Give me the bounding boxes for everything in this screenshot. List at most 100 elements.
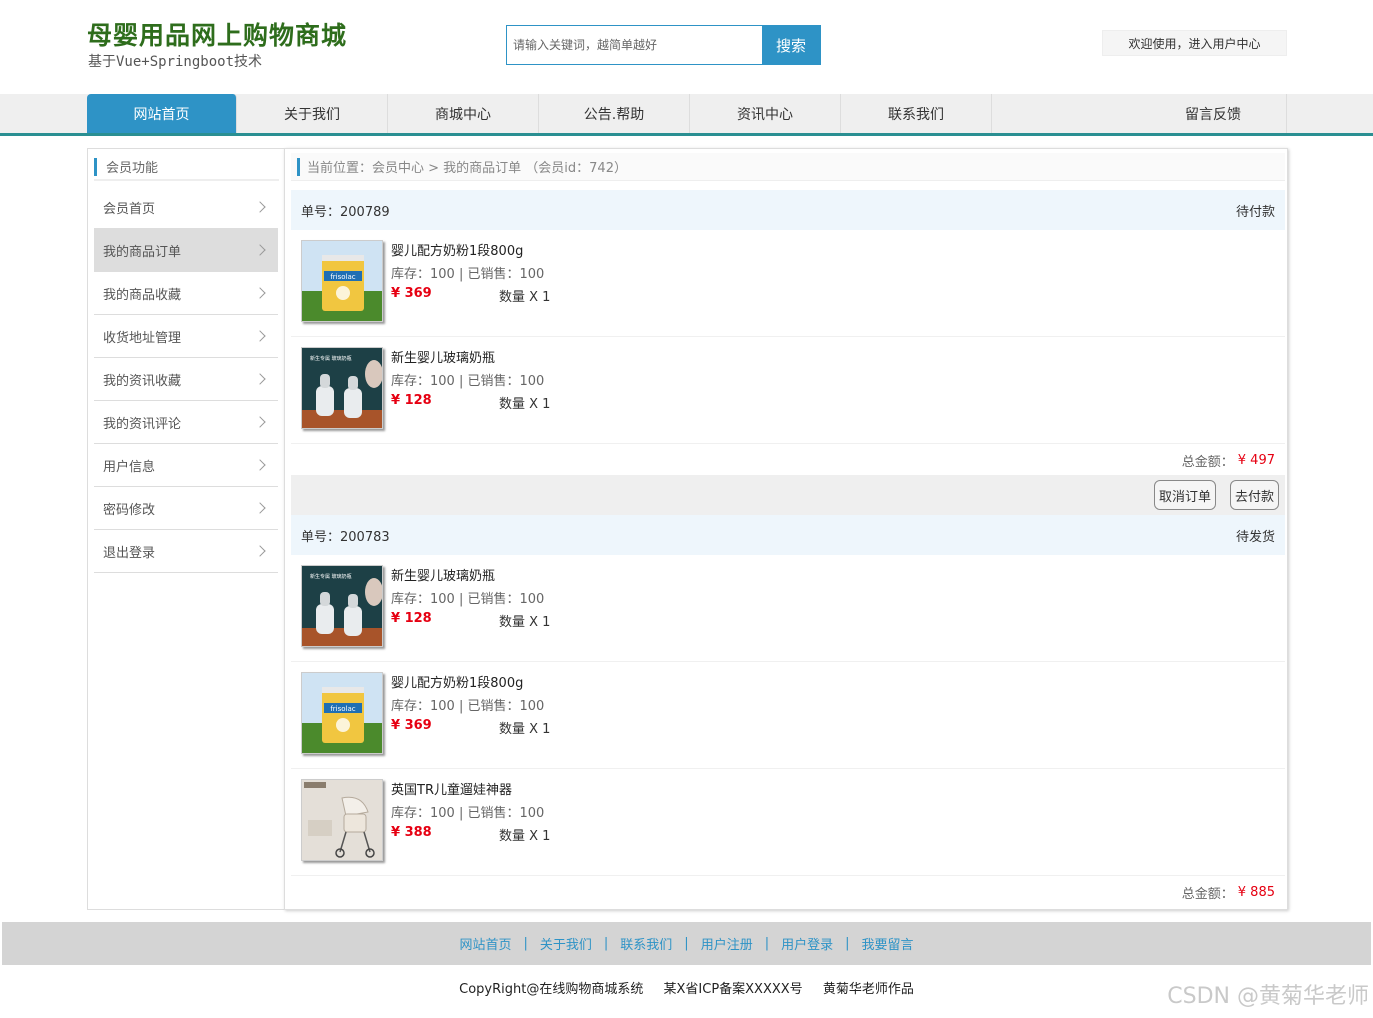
formula-can-image[interactable]: frisolac	[301, 240, 383, 322]
footer-link-about[interactable]: 关于我们	[540, 934, 592, 953]
sidebar-item-label: 会员首页	[103, 201, 156, 217]
svg-text:frisolac: frisolac	[330, 705, 355, 713]
cancel-order-button[interactable]: 取消订单	[1153, 480, 1216, 510]
product-name[interactable]: 新生婴儿玻璃奶瓶	[391, 565, 495, 584]
sidebar-item-label: 我的资讯评论	[103, 416, 182, 432]
product-stock: 库存：100 | 已销售：100	[391, 699, 545, 714]
product-quantity: 数量 X 1	[499, 722, 551, 737]
product-stock: 库存：100 | 已销售：100	[391, 374, 545, 389]
sidebar-item-label: 我的商品订单	[103, 244, 182, 260]
product-price: ¥ 128	[391, 393, 432, 408]
chevron-right-icon	[254, 416, 266, 428]
baby-bottle-image[interactable]: 新生专属 玻璃奶瓶	[301, 347, 383, 429]
nav-item-contact[interactable]: 联系我们	[841, 94, 992, 133]
product-price: ¥ 369	[391, 718, 432, 733]
footer-link-contact[interactable]: 联系我们	[620, 934, 672, 953]
orders-panel: 当前位置：会员中心 > 我的商品订单 （会员id：742） 单号：200789 …	[284, 148, 1288, 910]
order-number: 单号：200789	[301, 204, 390, 220]
sidebar-item-label: 我的资讯收藏	[103, 373, 182, 389]
formula-can-image[interactable]: frisolac	[301, 672, 383, 754]
footer-link-message[interactable]: 我要留言	[862, 934, 914, 953]
footer-separator: |	[523, 936, 528, 951]
order-product: 新生专属 玻璃奶瓶 新生婴儿玻璃奶瓶 库存：100 | 已销售：100 ¥ 12…	[291, 555, 1285, 662]
order-number: 单号：200783	[301, 529, 390, 545]
footer-link-login[interactable]: 用户登录	[781, 934, 833, 953]
main-nav: 网站首页 关于我们 商城中心 公告.帮助 资讯中心 联系我们 留言反馈	[0, 94, 1373, 136]
footer-links: 网站首页 | 关于我们 | 联系我们 | 用户注册 | 用户登录 | 我要留言	[2, 922, 1371, 965]
order-product: 新生专属 玻璃奶瓶 新生婴儿玻璃奶瓶 库存：100 | 已销售：100 ¥ 12…	[291, 337, 1285, 444]
stroller-image[interactable]	[301, 779, 383, 861]
sidebar-title: 会员功能	[94, 153, 279, 181]
user-center-link[interactable]: 欢迎使用，进入用户中心	[1102, 30, 1287, 56]
baby-bottle-image[interactable]: 新生专属 玻璃奶瓶	[301, 565, 383, 647]
sidebar-item-my-favorites[interactable]: 我的商品收藏	[94, 272, 278, 315]
product-quantity: 数量 X 1	[499, 290, 551, 305]
nav-item-news[interactable]: 资讯中心	[690, 94, 841, 133]
site-title[interactable]: 母婴用品网上购物商城	[87, 16, 347, 52]
copyright-text: CopyRight@在线购物商城系统	[459, 982, 644, 997]
sidebar-item-member-home[interactable]: 会员首页	[94, 186, 278, 229]
product-quantity: 数量 X 1	[499, 397, 551, 412]
svg-text:frisolac: frisolac	[330, 273, 355, 281]
product-quantity: 数量 X 1	[499, 615, 551, 630]
total-amount: ¥ 885	[1237, 884, 1275, 900]
order-header: 单号：200789 待付款	[291, 190, 1285, 230]
footer-link-home[interactable]: 网站首页	[459, 934, 511, 953]
product-price: ¥ 128	[391, 611, 432, 626]
svg-text:新生专属 玻璃奶瓶: 新生专属 玻璃奶瓶	[310, 355, 352, 362]
icp-text: 某X省ICP备案XXXXX号	[663, 982, 803, 997]
product-quantity: 数量 X 1	[499, 829, 551, 844]
sidebar-item-news-comments[interactable]: 我的资讯评论	[94, 401, 278, 444]
search-box: 搜索	[506, 25, 821, 65]
sidebar-item-label: 收货地址管理	[103, 330, 182, 346]
pay-button[interactable]: 去付款	[1229, 480, 1279, 510]
sidebar-item-label: 密码修改	[103, 502, 156, 518]
sidebar-item-user-info[interactable]: 用户信息	[94, 444, 278, 487]
footer-separator: |	[684, 936, 689, 951]
order-actions: 取消订单 去付款	[291, 475, 1285, 515]
sidebar-item-password[interactable]: 密码修改	[94, 487, 278, 530]
product-name[interactable]: 英国TR儿童遛娃神器	[391, 779, 512, 798]
footer-separator: |	[603, 936, 609, 951]
sidebar-item-label: 退出登录	[103, 545, 156, 561]
product-stock: 库存：100 | 已销售：100	[391, 592, 545, 607]
breadcrumb: 当前位置：会员中心 > 我的商品订单 （会员id：742）	[291, 153, 1285, 181]
order-status: 待付款	[1235, 204, 1275, 220]
product-name[interactable]: 婴儿配方奶粉1段800g	[391, 240, 523, 259]
sidebar-item-logout[interactable]: 退出登录	[94, 530, 278, 573]
order-product: frisolac 婴儿配方奶粉1段800g 库存：100 | 已销售：100 ¥…	[291, 230, 1285, 337]
total-label: 总金额：	[1181, 886, 1234, 902]
chevron-right-icon	[254, 502, 266, 514]
product-name[interactable]: 新生婴儿玻璃奶瓶	[391, 347, 495, 366]
order-total: 总金额： ¥ 885	[291, 879, 1285, 905]
total-amount: ¥ 497	[1237, 452, 1275, 468]
sidebar-item-address[interactable]: 收货地址管理	[94, 315, 278, 358]
sidebar-item-my-orders[interactable]: 我的商品订单	[94, 229, 278, 272]
product-name[interactable]: 婴儿配方奶粉1段800g	[391, 672, 523, 691]
total-label: 总金额：	[1181, 454, 1234, 470]
member-sidebar: 会员功能 会员首页 我的商品订单 我的商品收藏 收货地址管理 我的资讯收藏 我的…	[87, 148, 284, 910]
order-product: frisolac 婴儿配方奶粉1段800g 库存：100 | 已销售：100 ¥…	[291, 662, 1285, 769]
nav-item-notice[interactable]: 公告.帮助	[539, 94, 690, 133]
sidebar-item-label: 用户信息	[103, 459, 156, 475]
watermark: CSDN @黄菊华老师	[1167, 984, 1369, 1009]
chevron-right-icon	[254, 545, 266, 557]
sidebar-item-news-favorites[interactable]: 我的资讯收藏	[94, 358, 278, 401]
chevron-right-icon	[254, 459, 266, 471]
chevron-right-icon	[254, 373, 266, 385]
nav-item-mall[interactable]: 商城中心	[388, 94, 539, 133]
order-status: 待发货	[1235, 529, 1275, 545]
chevron-right-icon	[254, 201, 266, 213]
nav-item-feedback[interactable]: 留言反馈	[992, 94, 1287, 133]
footer-separator: |	[764, 936, 770, 951]
product-price: ¥ 369	[391, 286, 432, 301]
order-header: 单号：200783 待发货	[291, 515, 1285, 555]
nav-item-home[interactable]: 网站首页	[87, 94, 237, 133]
author-text: 黄菊华老师作品	[822, 982, 914, 997]
product-stock: 库存：100 | 已销售：100	[391, 806, 545, 821]
nav-item-about[interactable]: 关于我们	[237, 94, 388, 133]
footer-link-register[interactable]: 用户注册	[701, 934, 753, 953]
search-input[interactable]	[507, 26, 762, 64]
search-button[interactable]: 搜索	[762, 26, 820, 64]
svg-text:新生专属 玻璃奶瓶: 新生专属 玻璃奶瓶	[310, 573, 352, 580]
